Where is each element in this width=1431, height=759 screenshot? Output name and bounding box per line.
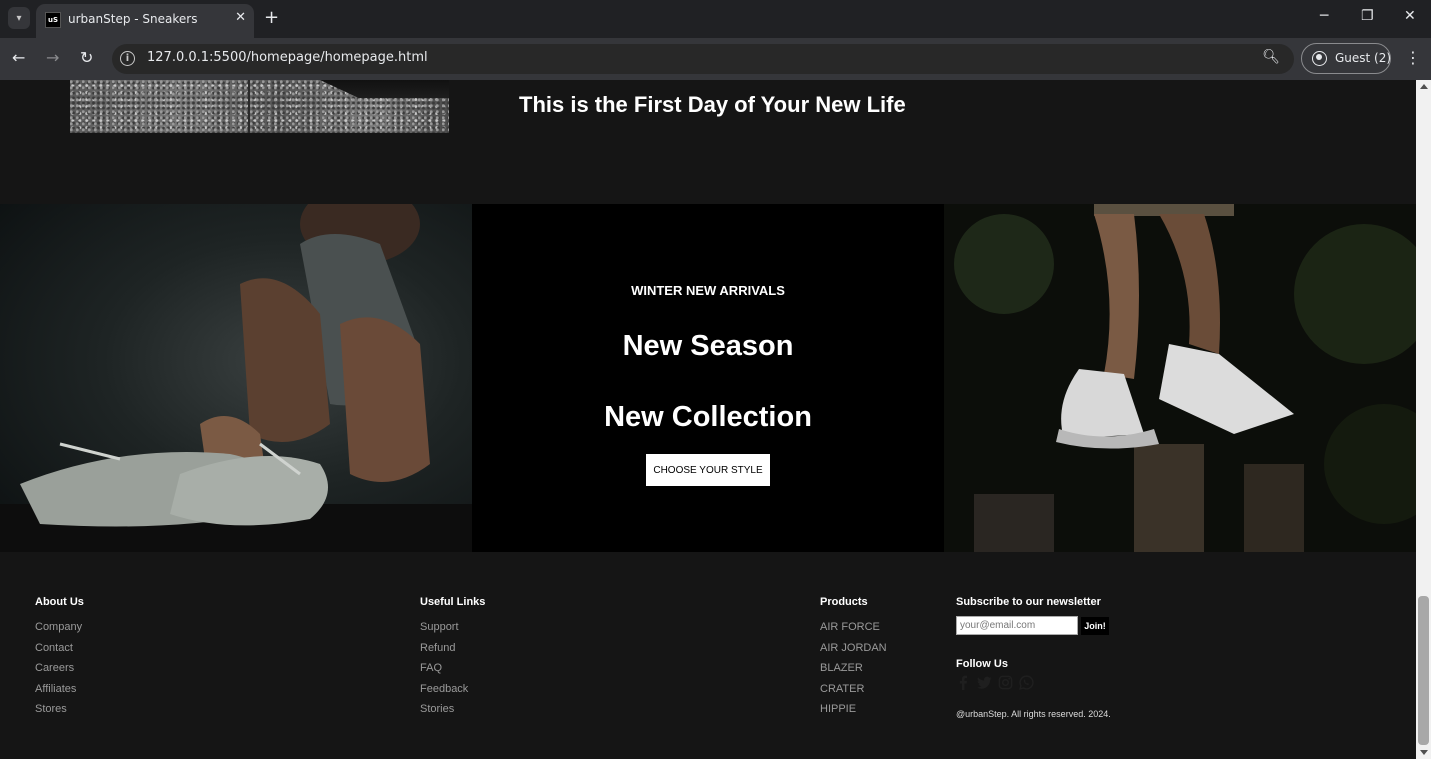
follow-us-title: Follow Us: [956, 658, 1008, 670]
footer-link-faq[interactable]: FAQ: [420, 662, 485, 683]
browser-menu-icon[interactable]: ⋮: [1405, 48, 1421, 67]
footer-products-title: Products: [820, 596, 868, 608]
page-viewport: This is the First Day of Your New Life W…: [0, 80, 1416, 759]
back-arrow-icon[interactable]: ←: [12, 48, 25, 67]
profile-button[interactable]: Guest (2): [1301, 43, 1391, 74]
new-tab-plus-icon[interactable]: +: [264, 7, 279, 28]
twitter-icon[interactable]: [977, 675, 992, 690]
window-close-icon[interactable]: ✕: [1404, 8, 1416, 24]
browser-toolbar: ← → ↻ i 127.0.0.1:5500/homepage/homepage…: [0, 38, 1431, 80]
whatsapp-icon[interactable]: [1019, 674, 1034, 690]
tab-search-button[interactable]: ▾: [8, 7, 30, 29]
newsletter-join-button[interactable]: Join!: [1081, 617, 1109, 635]
collection-promo-panel: WINTER NEW ARRIVALS New Season New Colle…: [472, 204, 944, 552]
footer-link-affiliates[interactable]: Affiliates: [35, 683, 84, 704]
footer-useful-title: Useful Links: [420, 596, 486, 608]
footer-link-contact[interactable]: Contact: [35, 642, 84, 663]
url-text[interactable]: 127.0.0.1:5500/homepage/homepage.html: [147, 50, 428, 65]
woman-tying-sneakers-photo: [0, 204, 472, 552]
footer-link-stores[interactable]: Stores: [35, 703, 84, 724]
footer-link-air-jordan[interactable]: AIR JORDAN: [820, 642, 887, 663]
footer-about-title: About Us: [35, 596, 84, 608]
footer-link-stories[interactable]: Stories: [420, 703, 485, 724]
tab-title: urbanStep - Sneakers: [68, 12, 198, 26]
browser-tab-strip: ▾ uS urbanStep - Sneakers ✕ + ─ ❐ ✕: [0, 0, 1431, 38]
footer-link-crater[interactable]: CRATER: [820, 683, 887, 704]
tab-close-icon[interactable]: ✕: [235, 10, 246, 25]
minimize-icon[interactable]: ─: [1320, 8, 1328, 24]
footer-link-company[interactable]: Company: [35, 621, 84, 642]
footer-link-feedback[interactable]: Feedback: [420, 683, 485, 704]
footer-useful-links-column: Useful Links Support Refund FAQ Feedback…: [420, 596, 485, 724]
white-sneakers-legs-photo: [944, 204, 1416, 552]
profile-label: Guest (2): [1335, 51, 1392, 65]
scroll-down-arrow-icon[interactable]: [1420, 750, 1428, 755]
collection-eyebrow: WINTER NEW ARRIVALS: [631, 283, 785, 298]
choose-your-style-button[interactable]: CHOOSE YOUR STYLE: [646, 454, 770, 486]
address-bar[interactable]: i 127.0.0.1:5500/homepage/homepage.html …: [112, 44, 1294, 74]
browser-tab[interactable]: uS urbanStep - Sneakers ✕: [36, 4, 254, 38]
forward-arrow-icon[interactable]: →: [46, 48, 59, 67]
collection-title-line2: New Collection: [604, 401, 812, 433]
footer-link-careers[interactable]: Careers: [35, 662, 84, 683]
footer-link-refund[interactable]: Refund: [420, 642, 485, 663]
social-links: [956, 672, 1111, 692]
account-icon: [1312, 51, 1327, 66]
collection-title-line1: New Season: [622, 330, 794, 362]
copyright-text: @urbanStep. All rights reserved. 2024.: [956, 709, 1111, 719]
scroll-up-arrow-icon[interactable]: [1420, 84, 1428, 89]
footer-link-support[interactable]: Support: [420, 621, 485, 642]
collection-banner: WINTER NEW ARRIVALS New Season New Colle…: [0, 204, 1416, 552]
scrollbar-thumb[interactable]: [1418, 596, 1429, 745]
footer-newsletter-column: Subscribe to our newsletter Join! Follow…: [956, 596, 1111, 719]
footer-link-hippie[interactable]: HIPPIE: [820, 703, 887, 724]
restore-icon[interactable]: ❐: [1361, 8, 1374, 24]
chevron-down-icon: ▾: [16, 12, 22, 24]
instagram-icon[interactable]: [998, 675, 1013, 690]
page-scrollbar[interactable]: [1416, 80, 1431, 759]
footer-link-air-force[interactable]: AIR FORCE: [820, 621, 887, 642]
footer-products-column: Products AIR FORCE AIR JORDAN BLAZER CRA…: [820, 596, 887, 724]
hero-heading: This is the First Day of Your New Life: [519, 92, 906, 117]
hero-granite-photo: [70, 80, 449, 133]
site-info-icon[interactable]: i: [120, 51, 135, 66]
zoom-magnifier-icon[interactable]: 🔍︎: [1262, 49, 1280, 65]
favicon-icon: uS: [45, 12, 61, 28]
reload-icon[interactable]: ↻: [80, 48, 93, 67]
newsletter-form: Join!: [956, 616, 1111, 636]
facebook-icon[interactable]: [956, 675, 971, 690]
footer-link-blazer[interactable]: BLAZER: [820, 662, 887, 683]
newsletter-email-input[interactable]: [956, 616, 1078, 635]
footer-about-column: About Us Company Contact Careers Affilia…: [35, 596, 84, 724]
